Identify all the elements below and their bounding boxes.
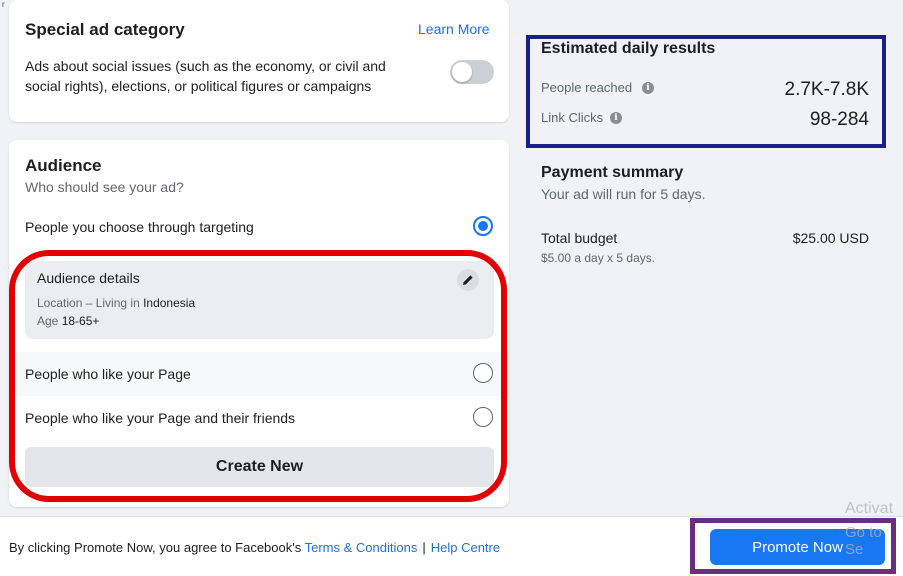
special-ad-title: Special ad category bbox=[25, 20, 185, 39]
audience-title: Audience bbox=[25, 156, 102, 175]
audience-subtitle: Who should see your ad? bbox=[25, 179, 184, 195]
option-page-likes-label: People who like your Page bbox=[25, 366, 191, 382]
option-page-friends-label: People who like your Page and their frie… bbox=[25, 410, 296, 426]
estimated-title: Estimated daily results bbox=[541, 40, 716, 57]
help-centre-link[interactable]: Help Centre bbox=[431, 540, 500, 555]
learn-more-link[interactable]: Learn More bbox=[418, 21, 490, 37]
footer-prefix: By clicking Promote Now, you agree to Fa… bbox=[9, 540, 305, 555]
footer-agreement: By clicking Promote Now, you agree to Fa… bbox=[9, 540, 500, 555]
audience-details-title: Audience details bbox=[37, 270, 140, 286]
audience-age: Age 18-65+ bbox=[37, 314, 99, 328]
people-reached-value: 2.7K-7.8K bbox=[784, 79, 870, 100]
link-clicks-info-icon[interactable]: i bbox=[610, 112, 622, 124]
payment-title: Payment summary bbox=[541, 164, 684, 181]
special-ad-description-line2: social rights), elections, or political … bbox=[25, 78, 372, 94]
budget-breakdown: $5.00 a day x 5 days. bbox=[541, 251, 656, 265]
option-targeting-label: People you choose through targeting bbox=[25, 219, 254, 235]
option-page-likes-radio[interactable] bbox=[473, 363, 493, 383]
footer-bar: By clicking Promote Now, you agree to Fa… bbox=[0, 516, 903, 576]
age-prefix: Age bbox=[37, 314, 62, 328]
audience-location: Location – Living in Indonesia bbox=[37, 296, 195, 310]
location-prefix: Location – Living in bbox=[37, 296, 144, 310]
terms-conditions-link[interactable]: Terms & Conditions bbox=[305, 540, 418, 555]
special-ad-description-line1: Ads about social issues (such as the eco… bbox=[25, 58, 386, 74]
create-new-button[interactable]: Create New bbox=[25, 447, 494, 487]
audience-details-box: Audience details Location – Living in In… bbox=[25, 261, 494, 339]
link-clicks-label: Link Clicks bbox=[541, 110, 604, 125]
option-page-friends-radio[interactable] bbox=[473, 407, 493, 427]
audience-card: Audience Who should see your ad? People … bbox=[9, 140, 509, 507]
location-value: Indonesia bbox=[143, 296, 196, 310]
payment-subtitle: Your ad will run for 5 days. bbox=[541, 186, 706, 202]
age-value: 18-65+ bbox=[61, 314, 100, 328]
special-ad-toggle[interactable] bbox=[450, 60, 494, 84]
people-reached-info-icon[interactable]: i bbox=[642, 82, 654, 94]
option-targeting-radio[interactable] bbox=[473, 216, 493, 236]
total-budget-value: $25.00 USD bbox=[792, 230, 869, 246]
footer-separator: | bbox=[422, 540, 426, 555]
toggle-knob bbox=[452, 62, 472, 82]
total-budget-label: Total budget bbox=[541, 230, 618, 246]
edit-pencil-icon[interactable] bbox=[457, 269, 479, 291]
link-clicks-value: 98-284 bbox=[809, 109, 869, 130]
people-reached-label: People reached bbox=[541, 80, 633, 95]
special-ad-category-card: Special ad category Learn More Ads about… bbox=[9, 0, 509, 122]
corner-mark: r bbox=[2, 0, 5, 9]
watermark-line2: Go to Se bbox=[845, 524, 882, 558]
